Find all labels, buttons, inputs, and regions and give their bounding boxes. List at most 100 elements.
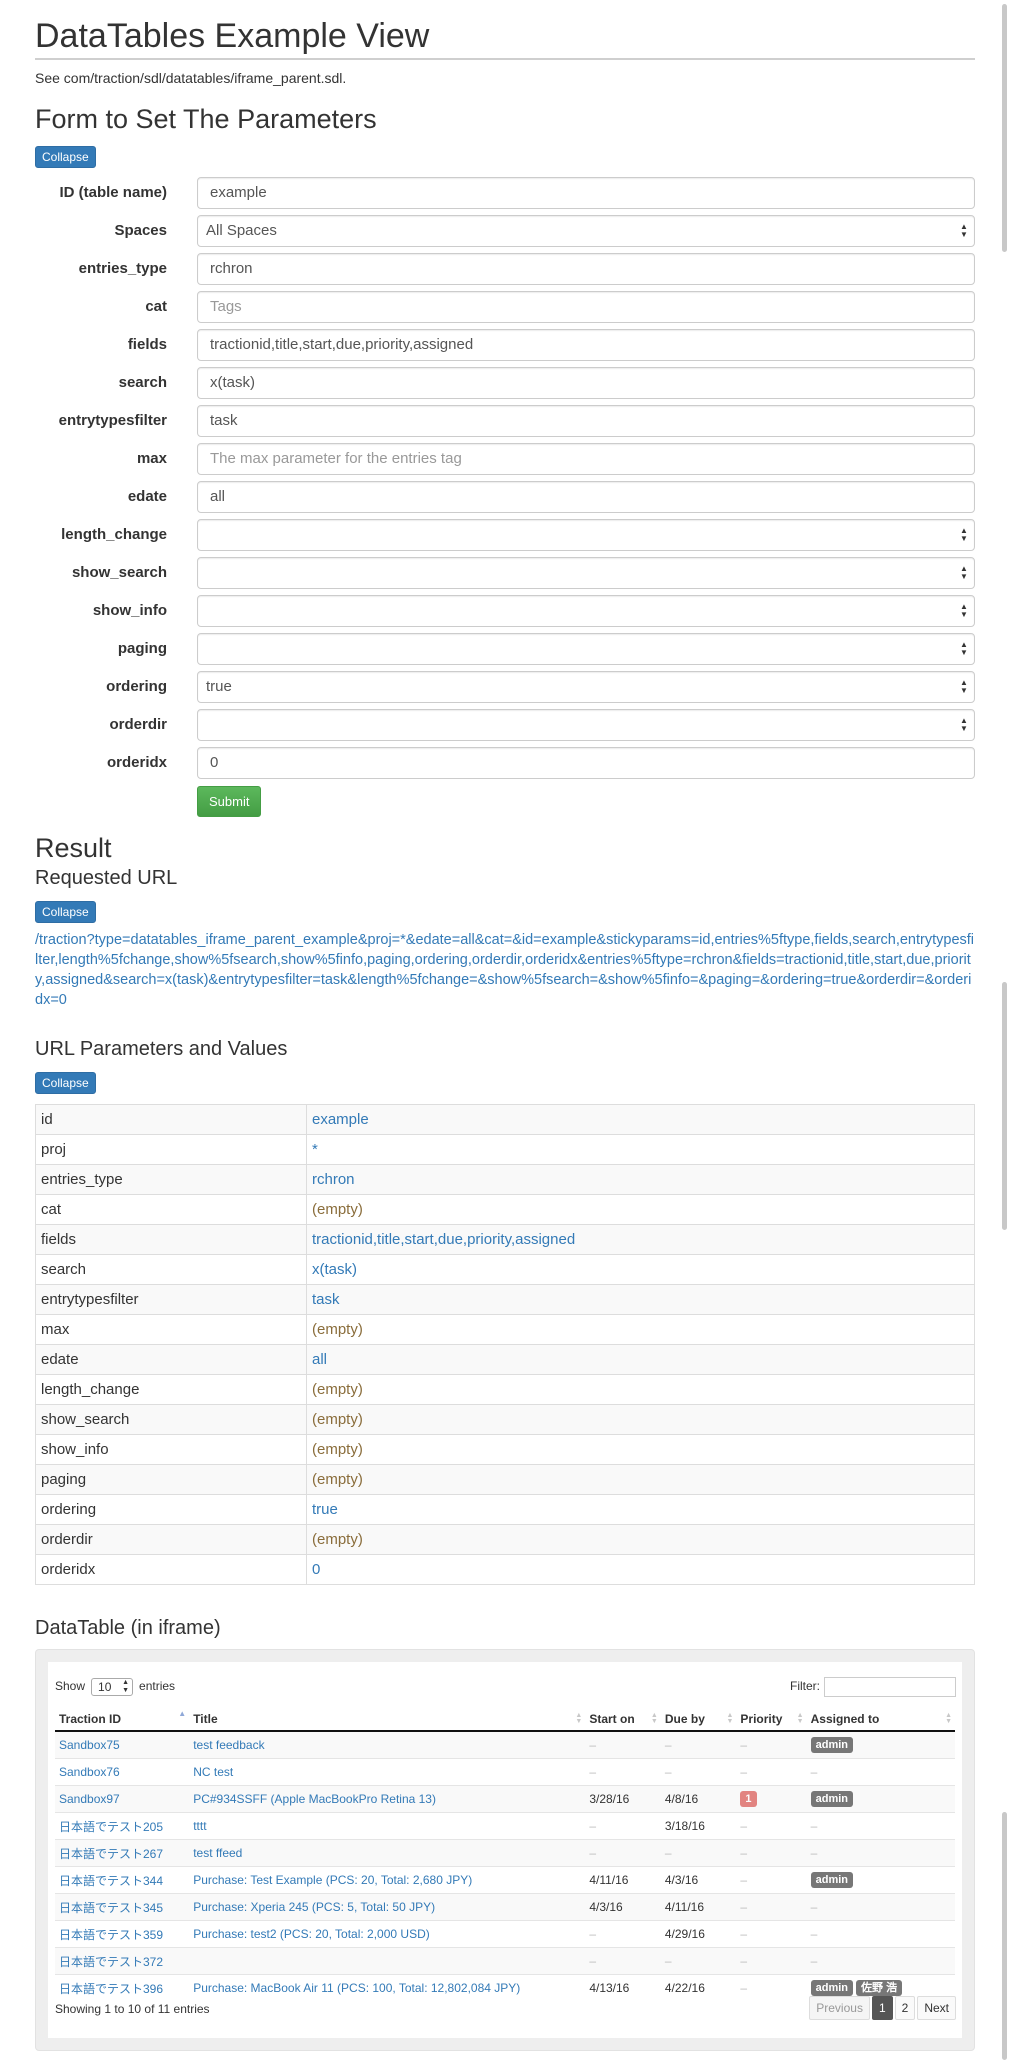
traction-id-link[interactable]: Sandbox76 <box>59 1765 120 1779</box>
max-input[interactable]: The max parameter for the entries tag <box>197 443 975 475</box>
param-row: edate all <box>35 1344 975 1375</box>
title-link[interactable]: PC#934SSFF (Apple MacBookPro Retina 13) <box>193 1792 436 1806</box>
orderdir-select[interactable]: ▲ ▼ <box>197 709 975 741</box>
next-page-button[interactable]: Next <box>917 1996 956 2020</box>
filter-label: Filter: <box>790 1679 820 1694</box>
datatable-iframe-content: Show 10 ▲ ▼ entries Filter: Traction ID ▲ Titl… <box>48 1662 962 2038</box>
traction-id-link[interactable]: 日本語でテスト396 <box>59 1982 163 1996</box>
form-heading: Form to Set The Parameters <box>35 104 377 134</box>
traction-id-link[interactable]: Sandbox97 <box>59 1792 120 1806</box>
cell-id: 日本語でテスト396 <box>55 1974 190 2001</box>
column-header-title[interactable]: Title ▲ ▼ <box>189 1708 586 1732</box>
cell-due: – <box>660 1839 737 1867</box>
param-key: length_change <box>35 1374 307 1405</box>
paging-select[interactable]: ▲ ▼ <box>197 633 975 665</box>
title-link[interactable]: test ffeed <box>193 1846 242 1860</box>
cell-assigned: – <box>806 1947 955 1975</box>
traction-id-link[interactable]: 日本語でテスト372 <box>59 1955 163 1969</box>
length-select[interactable]: 10 ▲ ▼ <box>91 1678 134 1696</box>
param-row: entries_type rchron <box>35 1164 975 1195</box>
title-link[interactable]: Purchase: test2 (PCS: 20, Total: 2,000 U… <box>193 1927 430 1941</box>
field-label-cat: cat <box>145 298 167 315</box>
title-link[interactable]: Purchase: Xperia 245 (PCS: 5, Total: 50 … <box>193 1900 435 1914</box>
table-info: Showing 1 to 10 of 11 entries <box>55 2002 210 2016</box>
empty-marker: – <box>810 1954 818 1968</box>
param-key: show_info <box>35 1434 307 1465</box>
scrollbar-thumb-3[interactable] <box>1002 1812 1007 2060</box>
title-link[interactable]: NC test <box>193 1765 233 1779</box>
cell-id: 日本語でテスト205 <box>55 1812 190 1840</box>
cell-start: 4/11/16 <box>585 1866 661 1894</box>
form-collapse-button[interactable]: Collapse <box>35 146 96 168</box>
empty-marker: – <box>810 1846 818 1860</box>
search-input[interactable]: x(task) <box>197 367 975 399</box>
column-header-due-by[interactable]: Due by ▲ ▼ <box>660 1708 737 1732</box>
traction-id-link[interactable]: Sandbox75 <box>59 1738 120 1752</box>
title-link[interactable]: Purchase: Test Example (PCS: 20, Total: … <box>193 1873 472 1887</box>
table-row: 日本語でテスト345 Purchase: Xperia 245 (PCS: 5, … <box>55 1893 955 1921</box>
form-row: paging ▲ ▼ <box>35 633 975 665</box>
empty-marker: – <box>589 1927 596 1941</box>
entries-type-input[interactable]: rchron <box>197 253 975 285</box>
param-value: * <box>306 1134 975 1165</box>
cell-id: Sandbox97 <box>55 1785 190 1813</box>
requested-url-heading: Requested URL <box>35 867 178 889</box>
show-info-select[interactable]: ▲ ▼ <box>197 595 975 627</box>
spaces-select[interactable]: All Spaces ▲ ▼ <box>197 215 975 247</box>
form-row: edate all <box>35 481 975 513</box>
scrollbar-thumb-1[interactable] <box>1002 4 1007 252</box>
cell-id: 日本語でテスト344 <box>55 1866 190 1894</box>
param-value: (empty) <box>306 1194 975 1225</box>
cell-priority: – <box>736 1839 807 1867</box>
sort-both-icon: ▲ ▼ <box>796 1712 804 1725</box>
filter-input[interactable] <box>824 1677 956 1697</box>
title-link[interactable]: tttt <box>193 1819 206 1833</box>
requested-url-link[interactable]: /traction?type=datatables_iframe_parent_… <box>35 930 975 1010</box>
url-params-collapse-button[interactable]: Collapse <box>35 1072 96 1094</box>
param-row: orderidx 0 <box>35 1554 975 1585</box>
table-row: 日本語でテスト372 – – – – <box>55 1947 955 1975</box>
page-2-button[interactable]: 2 <box>894 1996 916 2020</box>
column-header-traction-id[interactable]: Traction ID ▲ <box>55 1708 190 1732</box>
traction-id-link[interactable]: 日本語でテスト344 <box>59 1874 163 1888</box>
traction-id-link[interactable]: 日本語でテスト345 <box>59 1901 163 1915</box>
page-title: DataTables Example View <box>35 0 975 60</box>
sort-both-icon: ▲ ▼ <box>945 1712 952 1725</box>
form-row: max The max parameter for the entries tag <box>35 443 975 475</box>
param-row: entrytypesfilter task <box>35 1284 975 1315</box>
requested-url-collapse-button[interactable]: Collapse <box>35 901 96 923</box>
page-1-button[interactable]: 1 <box>871 1996 893 2020</box>
cell-priority: – <box>736 1730 807 1759</box>
title-link[interactable]: test feedback <box>193 1738 264 1752</box>
submit-button[interactable]: Submit <box>197 786 262 817</box>
orderidx-input[interactable]: 0 <box>197 747 975 779</box>
table-row: Sandbox76 NC test – – – – <box>55 1758 955 1786</box>
param-key: orderdir <box>35 1524 307 1555</box>
cell-priority: – <box>736 1893 807 1921</box>
column-header-assigned-to[interactable]: Assigned to ▲ ▼ <box>806 1708 955 1732</box>
edate-input[interactable]: all <box>197 481 975 513</box>
column-header-start-on[interactable]: Start on ▲ ▼ <box>585 1708 661 1732</box>
entrytypesfilter-input[interactable]: task <box>197 405 975 437</box>
title-link[interactable]: Purchase: MacBook Air 11 (PCS: 100, Tota… <box>193 1981 520 1995</box>
scrollbar-thumb-2[interactable] <box>1002 982 1007 1230</box>
priority-badge: 1 <box>740 1791 757 1807</box>
previous-page-button[interactable]: Previous <box>809 1996 870 2020</box>
param-key: paging <box>35 1464 307 1495</box>
param-row: show_search (empty) <box>35 1404 975 1435</box>
param-key: orderidx <box>35 1554 307 1585</box>
empty-marker: – <box>740 1819 748 1833</box>
id-table-name-input[interactable]: example <box>197 177 975 209</box>
cat-input[interactable]: Tags <box>197 291 975 323</box>
traction-id-link[interactable]: 日本語でテスト359 <box>59 1928 163 1942</box>
table-row: Sandbox97 PC#934SSFF (Apple MacBookPro Re… <box>55 1785 955 1813</box>
length-change-select[interactable]: ▲ ▼ <box>197 519 975 551</box>
fields-input[interactable]: tractionid,title,start,due,priority,assi… <box>197 329 975 361</box>
empty-marker: – <box>810 1900 818 1914</box>
ordering-select[interactable]: true ▲ ▼ <box>197 671 975 703</box>
column-header-priority[interactable]: Priority ▲ ▼ <box>736 1708 807 1732</box>
traction-id-link[interactable]: 日本語でテスト267 <box>59 1847 163 1861</box>
cell-priority: – <box>736 1920 807 1948</box>
traction-id-link[interactable]: 日本語でテスト205 <box>59 1820 163 1834</box>
show-search-select[interactable]: ▲ ▼ <box>197 557 975 589</box>
